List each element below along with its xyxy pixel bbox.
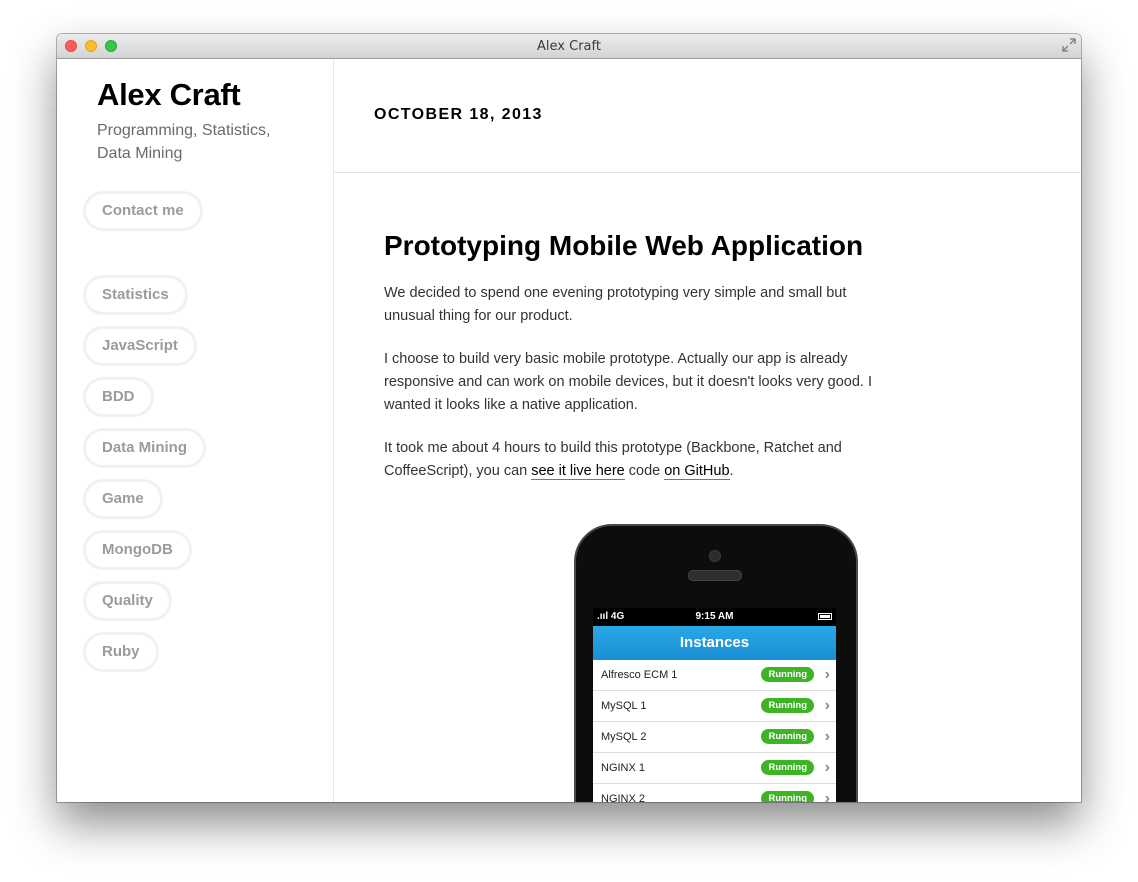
tag-quality[interactable]: Quality	[83, 581, 172, 621]
contact-me-button[interactable]: Contact me	[83, 191, 203, 231]
status-badge: Running	[761, 760, 814, 775]
fullscreen-icon[interactable]	[1062, 38, 1076, 52]
chevron-right-icon: ›	[824, 728, 830, 745]
post-paragraph-2: I choose to build very basic mobile prot…	[384, 351, 872, 413]
instance-name: NGINX 1	[601, 762, 646, 774]
live-demo-link[interactable]: see it live here	[531, 463, 625, 480]
battery-icon	[818, 613, 832, 620]
phone-speaker	[688, 570, 742, 581]
list-item: MySQL 1 Running ›	[593, 691, 836, 722]
tag-javascript[interactable]: JavaScript	[83, 326, 197, 366]
post-article: Prototyping Mobile Web Application We de…	[384, 229, 889, 503]
phone-mockup-image: .ııl 4G 9:15 AM Instances Alfresco ECM 1…	[574, 524, 858, 802]
instance-name: MySQL 2	[601, 731, 647, 743]
phone-screen: .ııl 4G 9:15 AM Instances Alfresco ECM 1…	[593, 608, 836, 802]
tag-mongodb[interactable]: MongoDB	[83, 530, 192, 570]
title-bar: Alex Craft	[57, 34, 1081, 59]
main-content: OCTOBER 18, 2013 Prototyping Mobile Web …	[334, 59, 1081, 802]
post-paragraph-1: We decided to spend one evening prototyp…	[384, 285, 847, 324]
post-date: OCTOBER 18, 2013	[374, 106, 543, 123]
paragraph-text: .	[729, 463, 734, 479]
browser-window: Alex Craft Alex Craft Programming, Stati…	[57, 34, 1081, 802]
status-badge: Running	[761, 698, 814, 713]
tag-statistics[interactable]: Statistics	[83, 275, 188, 315]
chevron-right-icon: ›	[824, 666, 830, 683]
phone-camera	[709, 550, 721, 562]
chevron-right-icon: ›	[824, 759, 830, 776]
status-badge: Running	[761, 729, 814, 744]
tag-data-mining[interactable]: Data Mining	[83, 428, 206, 468]
list-item: NGINX 2 Running ›	[593, 784, 836, 802]
minimize-window-button[interactable]	[85, 40, 97, 52]
site-tagline: Programming, Statistics, Data Mining	[97, 122, 271, 162]
instance-name: Alfresco ECM 1	[601, 669, 678, 681]
window-title: Alex Craft	[537, 39, 601, 54]
list-item: NGINX 1 Running ›	[593, 753, 836, 784]
list-item: Alfresco ECM 1 Running ›	[593, 660, 836, 691]
paragraph-text: code	[624, 463, 665, 479]
phone-status-bar: .ııl 4G 9:15 AM	[593, 608, 836, 626]
chevron-right-icon: ›	[824, 697, 830, 714]
header-divider	[334, 172, 1081, 173]
sidebar: Alex Craft Programming, Statistics, Data…	[57, 59, 334, 802]
zoom-window-button[interactable]	[105, 40, 117, 52]
status-time: 9:15 AM	[695, 611, 734, 622]
tag-bdd[interactable]: BDD	[83, 377, 154, 417]
status-badge: Running	[761, 667, 814, 682]
close-window-button[interactable]	[65, 40, 77, 52]
post-paragraph-3: It took me about 4 hours to build this p…	[384, 437, 889, 483]
instance-name: MySQL 1	[601, 700, 647, 712]
app-header-title: Instances	[593, 626, 836, 660]
tag-ruby[interactable]: Ruby	[83, 632, 159, 672]
tag-game[interactable]: Game	[83, 479, 163, 519]
post-title[interactable]: Prototyping Mobile Web Application	[384, 229, 889, 263]
github-link[interactable]: on GitHub	[664, 463, 730, 480]
chevron-right-icon: ›	[824, 790, 830, 802]
status-badge: Running	[761, 791, 814, 802]
list-item: MySQL 2 Running ›	[593, 722, 836, 753]
instance-name: NGINX 2	[601, 793, 646, 802]
site-title[interactable]: Alex Craft	[97, 77, 241, 113]
